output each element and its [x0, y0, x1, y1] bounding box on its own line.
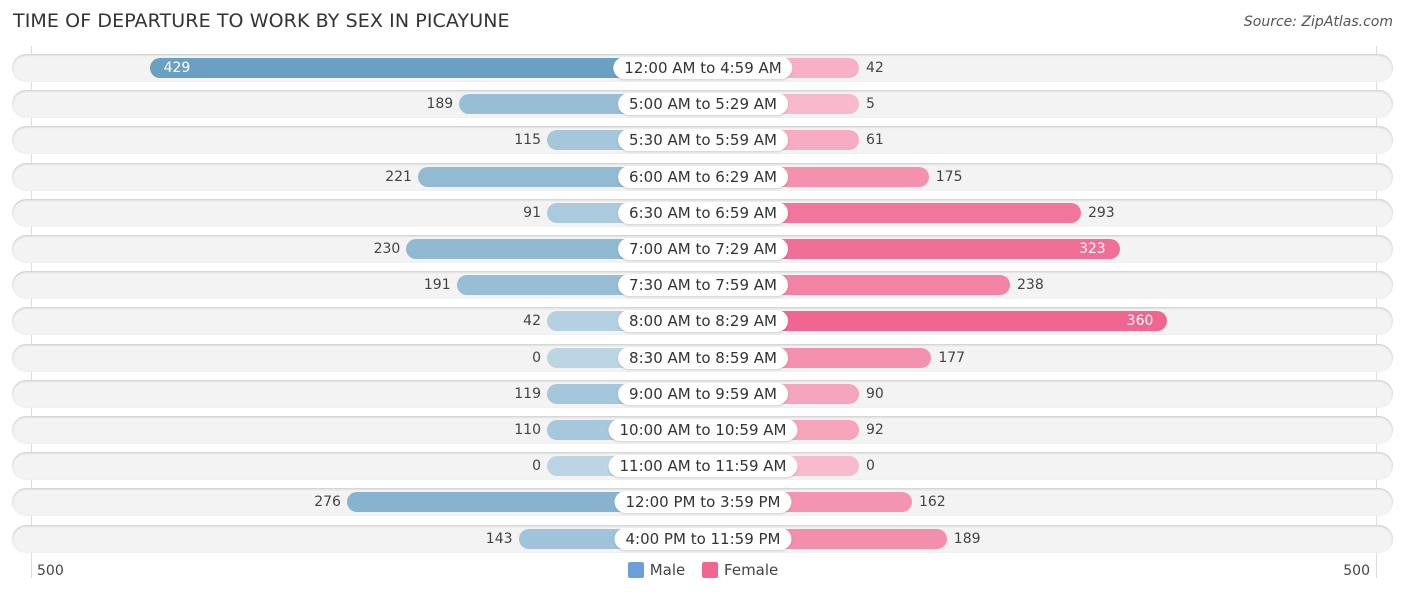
value-label-female: 42	[866, 60, 884, 76]
value-label-male: 143	[485, 530, 513, 547]
value-label-female: 90	[866, 385, 884, 402]
category-label: 12:00 PM to 3:59 PM	[614, 491, 792, 514]
chart-title: TIME OF DEPARTURE TO WORK BY SEX IN PICA…	[13, 10, 510, 32]
value-label-female: 189	[953, 530, 981, 547]
value-label-female: 61	[866, 132, 884, 149]
value-label-male: 276	[314, 494, 341, 511]
value-label-female: 92	[866, 422, 884, 438]
value-label-male: 0	[532, 349, 541, 366]
value-label-female: 0	[866, 458, 875, 475]
value-label-female: 238	[1017, 277, 1044, 294]
category-label: 5:00 AM to 5:29 AM	[618, 93, 788, 116]
category-label: 4:00 PM to 11:59 PM	[614, 527, 792, 550]
category-label: 8:30 AM to 8:59 AM	[618, 346, 788, 369]
value-label-male: 119	[514, 385, 541, 402]
value-label-male: 429	[163, 60, 191, 76]
category-label: 6:00 AM to 6:29 AM	[618, 165, 788, 188]
legend-item-female: Female	[702, 561, 778, 579]
value-label-male: 230	[373, 241, 401, 257]
value-label-female: 5	[866, 96, 875, 113]
value-label-female: 177	[938, 349, 966, 366]
value-label-male: 110	[514, 422, 541, 438]
value-label-male: 42	[523, 313, 541, 330]
value-label-male: 0	[532, 458, 541, 475]
value-label-female: 175	[935, 168, 963, 185]
legend: Male Female	[0, 561, 1406, 582]
chart-source: Source: ZipAtlas.com	[1243, 14, 1393, 30]
value-label-male: 115	[514, 132, 541, 149]
legend-label-male: Male	[649, 561, 686, 579]
category-label: 5:30 AM to 5:59 AM	[618, 129, 788, 152]
value-label-male: 191	[423, 277, 451, 294]
value-label-female: 360	[1126, 313, 1154, 330]
legend-swatch-male	[627, 562, 644, 578]
value-label-female: 162	[918, 494, 946, 511]
legend-item-male: Male	[627, 561, 686, 579]
legend-swatch-female	[702, 562, 719, 578]
value-label-male: 91	[523, 204, 541, 221]
value-label-male: 189	[426, 96, 454, 113]
category-label: 7:30 AM to 7:59 AM	[618, 274, 788, 297]
category-label: 11:00 AM to 11:59 AM	[608, 455, 798, 478]
category-label: 9:00 AM to 9:59 AM	[618, 382, 788, 405]
category-label: 10:00 AM to 10:59 AM	[608, 419, 798, 441]
category-label: 7:00 AM to 7:29 AM	[618, 238, 788, 260]
value-label-female: 293	[1087, 204, 1115, 221]
legend-label-female: Female	[724, 561, 779, 579]
category-label: 8:00 AM to 8:29 AM	[618, 310, 788, 333]
value-label-male: 221	[385, 168, 412, 185]
category-label: 6:30 AM to 6:59 AM	[618, 201, 788, 224]
category-label: 12:00 AM to 4:59 AM	[613, 57, 793, 79]
value-label-female: 323	[1078, 241, 1106, 257]
